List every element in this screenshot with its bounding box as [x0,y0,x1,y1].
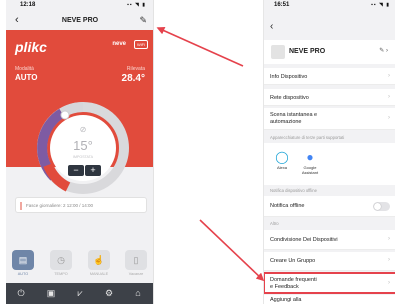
schedule-tab-icon[interactable]: ▣ [44,287,58,300]
row-label: Notifica offline [270,203,305,209]
row-share-device[interactable]: Condivisione Dei Dispositivi › [264,230,395,250]
status-icons: ▪▪ ◥ ▮ [371,2,390,8]
nav-bar: ‹ NEVE PRO ✎ [6,12,153,30]
clock-icon: ◷ [50,250,72,270]
integration-name: Alexa [276,165,287,170]
wifi-badge: WiFi [134,40,148,49]
chevron-right-icon: › [388,73,390,79]
mode-selector: ▤ AUTO ◷ TEMPO ☝ MANUALE ▯ Vacanze [11,250,151,280]
row-label: Aggiungi alla [270,297,302,303]
product-brand: neve [112,41,126,47]
row-create-group[interactable]: Creare Un Gruppo › [264,252,395,271]
measured-temp-label: Rilevata [126,66,145,72]
stats-icon[interactable]: ⩗ [73,287,87,300]
arrow-to-faq-row [199,219,265,282]
third-party-integrations: ◯ Alexa ● Google Assistant [264,143,395,185]
mode-label: Vacanze [128,272,144,276]
device-settings-screen: 16:51 ▪▪ ◥ ▮ ‹ NEVE PRO ✎ › Info Disposi… [263,0,395,304]
schedule-accent [20,202,22,210]
section-other: Altro [270,221,279,226]
alexa-icon: ◯ [275,150,289,164]
gear-icon[interactable]: ⚙ [102,287,116,300]
toggle-knob [374,203,381,210]
chevron-right-icon: › [388,236,390,242]
chevron-right-icon: › [388,115,390,121]
chevron-right-icon: › [388,257,390,263]
device-name: NEVE PRO [289,48,326,55]
power-icon[interactable]: ⏻ [14,287,28,300]
mode-value: AUTO [15,73,38,82]
status-icons: ▪▪ ◥ ▮ [127,2,146,8]
row-scene-automation[interactable]: Scena istantanea e automazione › [264,108,395,130]
suitcase-icon: ▯ [125,250,147,270]
mode-label: MANUALE [89,272,109,276]
thermostat-app-screen: 12:18 ▪▪ ◥ ▮ ‹ NEVE PRO ✎ plikc neve WiF… [6,0,154,304]
hand-icon: ☝ [88,250,110,270]
edit-icon[interactable]: ✎ [139,15,147,26]
mode-label: Modalità [15,66,34,72]
edit-icon[interactable]: ✎ › [379,47,388,54]
status-bar: 16:51 ▪▪ ◥ ▮ [264,0,395,11]
bottom-tab-bar: ⏻ ▣ ⩗ ⚙ ⌂ [6,283,153,304]
calendar-icon: ▤ [12,250,34,270]
offline-notification-toggle[interactable] [373,202,390,211]
row-label: Info Dispositivo [270,74,308,80]
brand-logo: plikc [15,39,47,55]
highlight-box [264,272,395,294]
mode-label: AUTO [17,272,29,276]
row-offline-notification: Notifica offline [264,196,395,217]
device-thumbnail [271,45,285,59]
setpoint-label: IMPOSTATA [73,155,94,159]
schedule-text: Fasce giornaliere: 2 12:00 / 14:00 [26,203,94,208]
device-header[interactable]: NEVE PRO ✎ › [264,40,395,64]
mode-label: TEMPO [54,272,68,276]
chevron-right-icon: › [388,94,390,100]
nav-title: NEVE PRO [61,17,99,24]
mode-timer[interactable]: ◷ TEMPO [49,250,73,276]
setpoint-value: 15° [73,138,93,153]
schedule-card[interactable]: Fasce giornaliere: 2 12:00 / 14:00 [15,197,147,213]
decrease-temp-button[interactable]: − [68,165,84,176]
row-label: Condivisione Dei Dispositivi [270,237,338,243]
google-assistant-icon: ● [306,150,314,164]
row-label: Scena istantanea e [270,112,318,118]
arrow-to-edit-icon [156,26,244,67]
row-label-line2: automazione [270,119,302,125]
section-offline: Notifica dispositivo offline [270,188,317,193]
alexa-integration[interactable]: ◯ Alexa [267,149,297,170]
increase-temp-button[interactable]: + [85,165,101,176]
row-label: Creare Un Gruppo [270,258,316,264]
dial-handle[interactable] [60,110,70,120]
status-time: 12:18 [20,2,36,8]
google-assistant-integration[interactable]: ● Google Assistant [295,149,325,175]
mode-holiday[interactable]: ▯ Vacanze [124,250,148,276]
mode-manual[interactable]: ☝ MANUALE [87,250,111,276]
integration-name-line2: Assistant [301,170,319,175]
row-label: Rete dispositivo [270,95,309,101]
row-network[interactable]: Rete dispositivo › [264,89,395,106]
measured-temp-value: 28.4° [121,73,145,84]
back-button[interactable]: ‹ [270,21,273,32]
row-device-info[interactable]: Info Dispositivo › [264,68,395,85]
status-time: 16:51 [274,2,290,8]
section-third-party: Apparecchiature di terze parti supportat… [270,135,345,140]
mode-auto[interactable]: ▤ AUTO [11,250,35,276]
flame-off-icon: ⊘ [80,125,87,134]
status-bar: 12:18 ▪▪ ◥ ▮ [6,0,153,11]
temperature-dial[interactable]: ⊘ 15° IMPOSTATA [34,99,132,197]
row-add-to-home[interactable]: Aggiungi alla [264,295,395,304]
lock-icon[interactable]: ⌂ [131,287,145,300]
